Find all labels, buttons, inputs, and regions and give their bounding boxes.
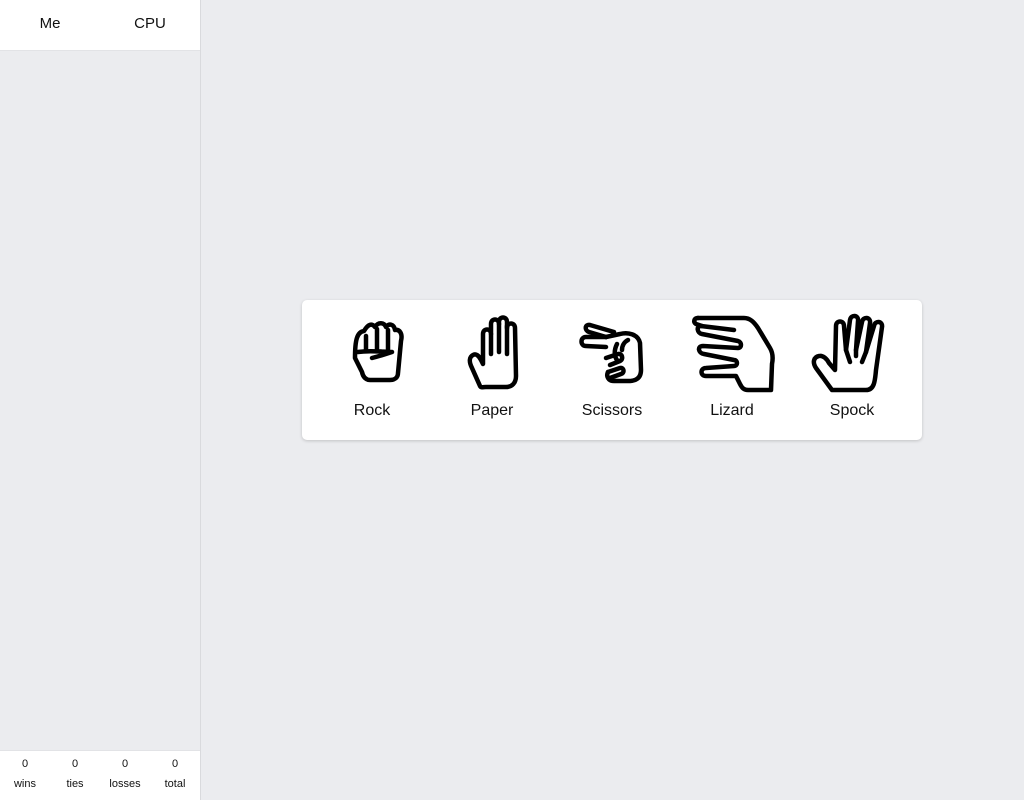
player-me-label: Me bbox=[39, 14, 61, 32]
choice-panel: Rock Paper Scissors Lizard Spock bbox=[302, 300, 922, 440]
choice-scissors-label: Scissors bbox=[581, 402, 643, 419]
round-history bbox=[0, 51, 200, 750]
players-header: Me CPU bbox=[0, 0, 200, 51]
ties-label: ties bbox=[66, 778, 84, 790]
ties-count: 0 bbox=[71, 758, 79, 770]
rock-fist-icon bbox=[352, 321, 404, 383]
total-label: total bbox=[164, 778, 186, 790]
choice-scissors-button[interactable]: Scissors bbox=[552, 300, 672, 440]
choice-paper-label: Paper bbox=[470, 402, 514, 419]
game-app: Me CPU 0 wins 0 ties 0 losses 0 total Ro… bbox=[0, 0, 1024, 800]
sidebar: Me CPU 0 wins 0 ties 0 losses 0 total bbox=[0, 0, 201, 800]
stat-total: 0 total bbox=[150, 751, 200, 800]
losses-count: 0 bbox=[121, 758, 129, 770]
paper-hand-icon bbox=[467, 315, 519, 390]
spock-hand-icon bbox=[811, 313, 885, 393]
choice-spock-button[interactable]: Spock bbox=[792, 300, 912, 440]
stat-ties: 0 ties bbox=[50, 751, 100, 800]
choice-lizard-button[interactable]: Lizard bbox=[672, 300, 792, 440]
stat-losses: 0 losses bbox=[100, 751, 150, 800]
wins-label: wins bbox=[13, 778, 36, 790]
choice-rock-label: Rock bbox=[353, 402, 391, 419]
scoreboard: 0 wins 0 ties 0 losses 0 total bbox=[0, 750, 200, 800]
stat-wins: 0 wins bbox=[0, 751, 50, 800]
player-cpu-label: CPU bbox=[134, 14, 166, 32]
choice-rock-button[interactable]: Rock bbox=[312, 300, 432, 440]
choice-paper-button[interactable]: Paper bbox=[432, 300, 552, 440]
lizard-hand-icon bbox=[692, 315, 775, 393]
choice-spock-label: Spock bbox=[829, 402, 875, 419]
losses-label: losses bbox=[109, 778, 141, 790]
scissors-hand-icon bbox=[579, 322, 644, 384]
wins-count: 0 bbox=[21, 758, 29, 770]
total-count: 0 bbox=[171, 758, 179, 770]
choice-lizard-label: Lizard bbox=[710, 402, 754, 419]
